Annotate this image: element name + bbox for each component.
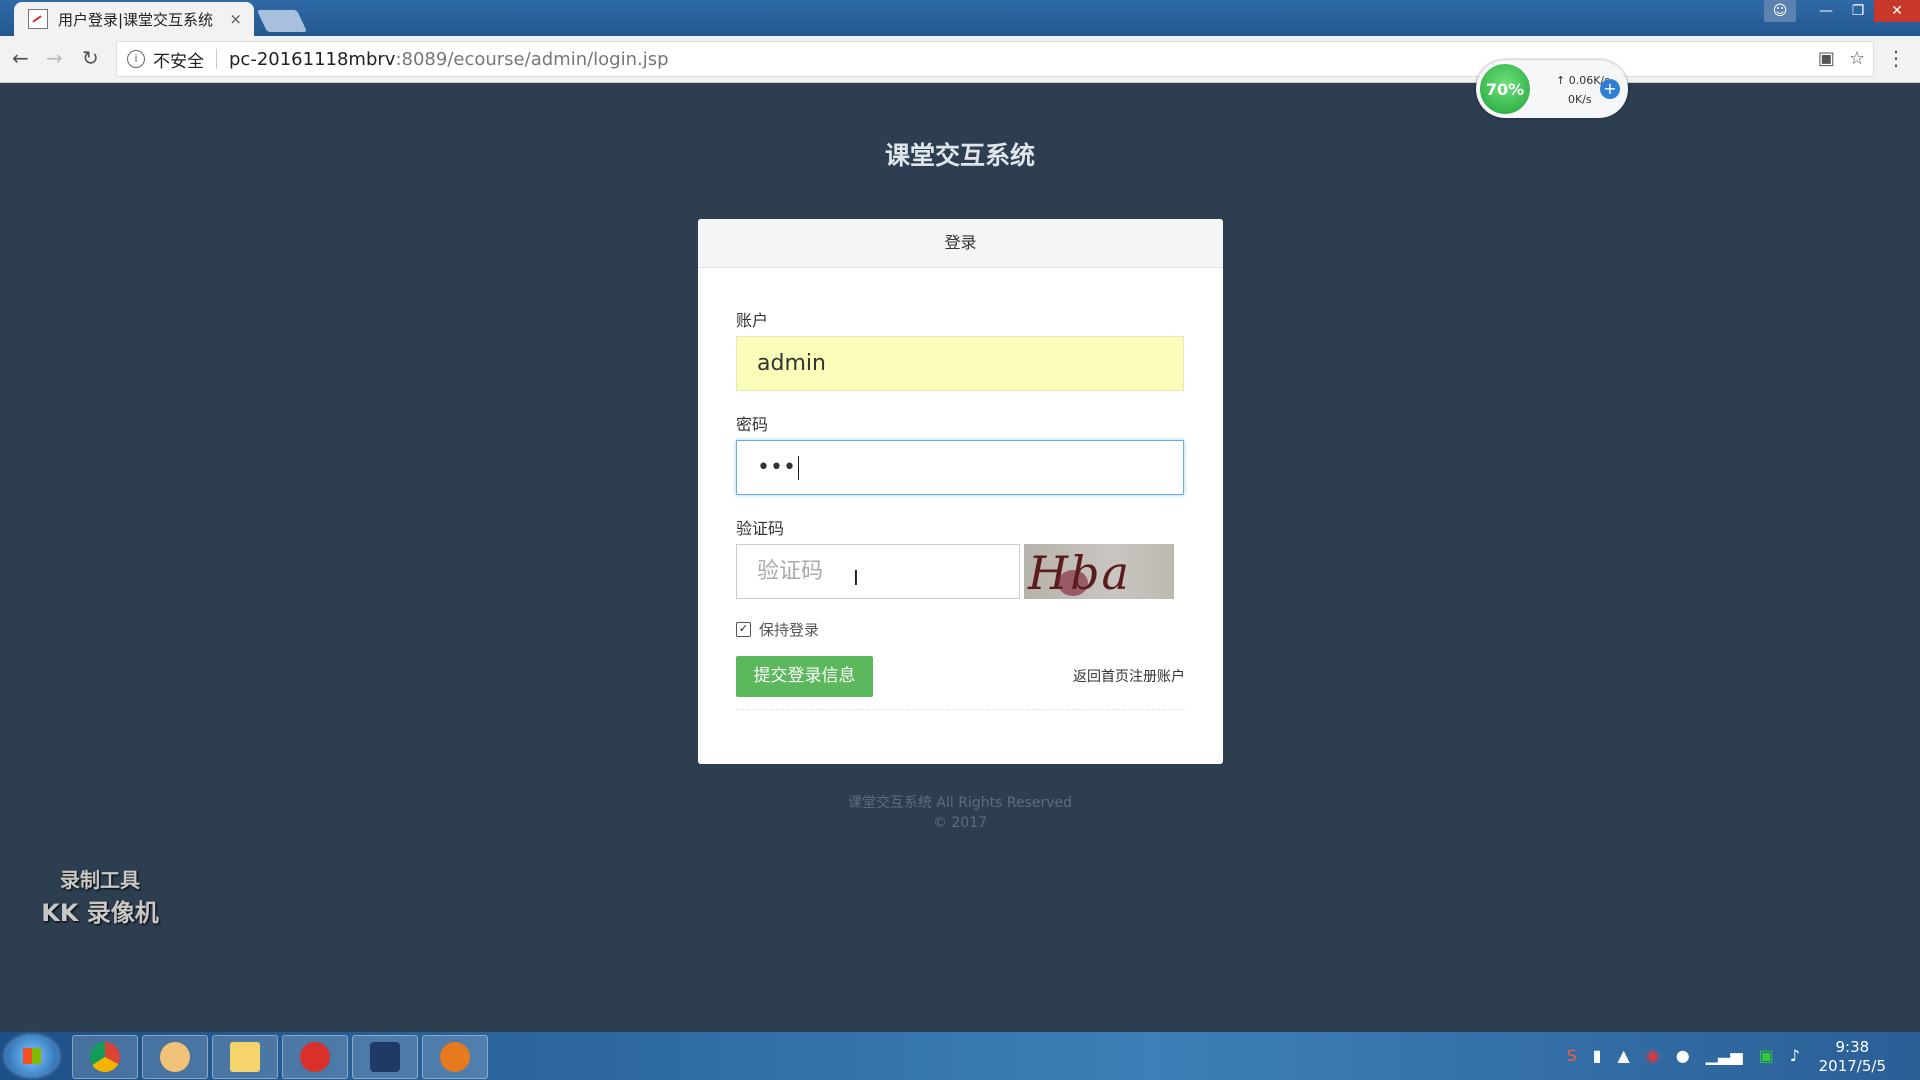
- user-profile-icon[interactable]: ☺: [1764, 0, 1796, 22]
- mouse-ibeam-cursor: I: [853, 566, 859, 590]
- close-window-button[interactable]: ✕: [1874, 0, 1920, 22]
- qq-icon[interactable]: ●: [1676, 1046, 1690, 1065]
- network-speed-widget[interactable]: 70% ↑ 0.06K/s 0K/s +: [1476, 60, 1628, 118]
- download-speed: 0K/s: [1568, 93, 1592, 106]
- security-app-icon[interactable]: ◉: [1646, 1046, 1660, 1065]
- clock-date: 2017/5/5: [1818, 1057, 1886, 1075]
- remember-login[interactable]: ✓ 保持登录: [736, 619, 819, 640]
- watermark-line2: KK 录像机: [41, 899, 159, 927]
- address-bar: ← → ↻ i 不安全 pc-20161118mbrv:8089/ecourse…: [0, 36, 1920, 83]
- tray-expand-icon[interactable]: ▲: [1617, 1046, 1629, 1065]
- remember-checkbox[interactable]: ✓: [736, 622, 751, 637]
- maximize-button[interactable]: ❐: [1842, 0, 1874, 22]
- browser-tab[interactable]: 用户登录|课堂交互系统 ×: [14, 2, 254, 36]
- password-input[interactable]: •••: [736, 440, 1184, 495]
- taskbar-file-explorer[interactable]: [212, 1035, 278, 1079]
- tab-title: 用户登录|课堂交互系统: [58, 10, 214, 29]
- taskbar-app-s[interactable]: [352, 1035, 418, 1079]
- text-cursor: [797, 456, 799, 480]
- reload-icon[interactable]: ↻: [82, 46, 99, 70]
- network-icon[interactable]: ▣: [1759, 1046, 1774, 1065]
- s-app-icon: [370, 1042, 400, 1072]
- taskbar-app-handshake[interactable]: [142, 1035, 208, 1079]
- system-tray: S ▮ ▲ ◉ ● ▁▃▅ ▣ ♪: [1567, 1046, 1800, 1065]
- watermark-line1: 录制工具: [60, 868, 140, 892]
- url-host: pc-20161118mbrv: [229, 48, 396, 70]
- login-panel: 登录 账户 admin 密码 ••• 验证码 验证码 Hba ✓ 保持登录 提交…: [698, 219, 1223, 764]
- memory-usage-ball[interactable]: 70%: [1478, 62, 1532, 116]
- clock-time: 9:38: [1835, 1038, 1870, 1056]
- account-label: 账户: [736, 311, 769, 330]
- taskbar-clock[interactable]: 9:38 2017/5/5: [1819, 1038, 1886, 1076]
- taskbar-netease-music[interactable]: [282, 1035, 348, 1079]
- security-label[interactable]: 不安全: [153, 47, 204, 72]
- battery-icon[interactable]: ▮: [1593, 1046, 1602, 1065]
- captcha-input[interactable]: 验证码: [736, 544, 1020, 599]
- password-label: 密码: [736, 415, 769, 434]
- mask-app-icon: [440, 1042, 470, 1072]
- taskbar-chrome[interactable]: [72, 1035, 138, 1079]
- bookmark-star-icon[interactable]: ☆: [1849, 48, 1865, 69]
- footer-copyright: 课堂交互系统 All Rights Reserved: [847, 795, 1073, 811]
- netease-music-icon: [300, 1042, 330, 1072]
- sogou-input-icon[interactable]: S: [1567, 1046, 1577, 1065]
- signal-icon[interactable]: ▁▃▅: [1706, 1046, 1743, 1065]
- footer-year: © 2017: [932, 815, 988, 831]
- taskbar-app-mask[interactable]: [422, 1035, 488, 1079]
- back-home-register-link[interactable]: 返回首页注册账户: [1073, 666, 1185, 686]
- new-tab-button[interactable]: [256, 10, 308, 32]
- window-controls: ☺ — ❐ ✕: [1764, 0, 1920, 22]
- dashed-divider: [736, 709, 1185, 710]
- captcha-text: Hba: [1028, 546, 1131, 599]
- browser-titlebar: 用户登录|课堂交互系统 × ☺ — ❐ ✕: [0, 0, 1920, 36]
- info-icon[interactable]: i: [127, 50, 145, 68]
- recorder-watermark: 录制工具 KK 录像机: [32, 864, 168, 928]
- handshake-icon: [160, 1042, 190, 1072]
- forward-arrow-icon[interactable]: →: [46, 46, 63, 70]
- panel-title: 登录: [698, 219, 1223, 268]
- chrome-icon: [90, 1042, 120, 1072]
- start-button[interactable]: [6, 1036, 58, 1076]
- back-arrow-icon[interactable]: ←: [12, 46, 29, 70]
- account-input[interactable]: admin: [736, 336, 1184, 391]
- speed-boost-plus-icon[interactable]: +: [1600, 79, 1620, 99]
- browser-menu-icon[interactable]: ⋮: [1886, 46, 1906, 70]
- volume-icon[interactable]: ♪: [1790, 1046, 1800, 1065]
- tab-close-icon[interactable]: ×: [229, 10, 242, 28]
- captcha-label: 验证码: [736, 519, 785, 538]
- password-mask: •••: [757, 455, 796, 480]
- windows-taskbar: S ▮ ▲ ◉ ● ▁▃▅ ▣ ♪ 9:38 2017/5/5: [0, 1032, 1920, 1080]
- translate-icon[interactable]: ▣: [1818, 48, 1835, 69]
- folder-icon: [230, 1042, 260, 1072]
- remember-label[interactable]: 保持登录: [759, 619, 819, 640]
- site-title: 课堂交互系统: [884, 141, 1035, 170]
- page-favicon-icon: [28, 9, 48, 29]
- omnibox-divider: [216, 49, 217, 69]
- submit-login-button[interactable]: 提交登录信息: [736, 656, 873, 697]
- minimize-button[interactable]: —: [1810, 0, 1842, 22]
- captcha-image[interactable]: Hba: [1024, 544, 1174, 599]
- url-path: :8089/ecourse/admin/login.jsp: [395, 48, 669, 70]
